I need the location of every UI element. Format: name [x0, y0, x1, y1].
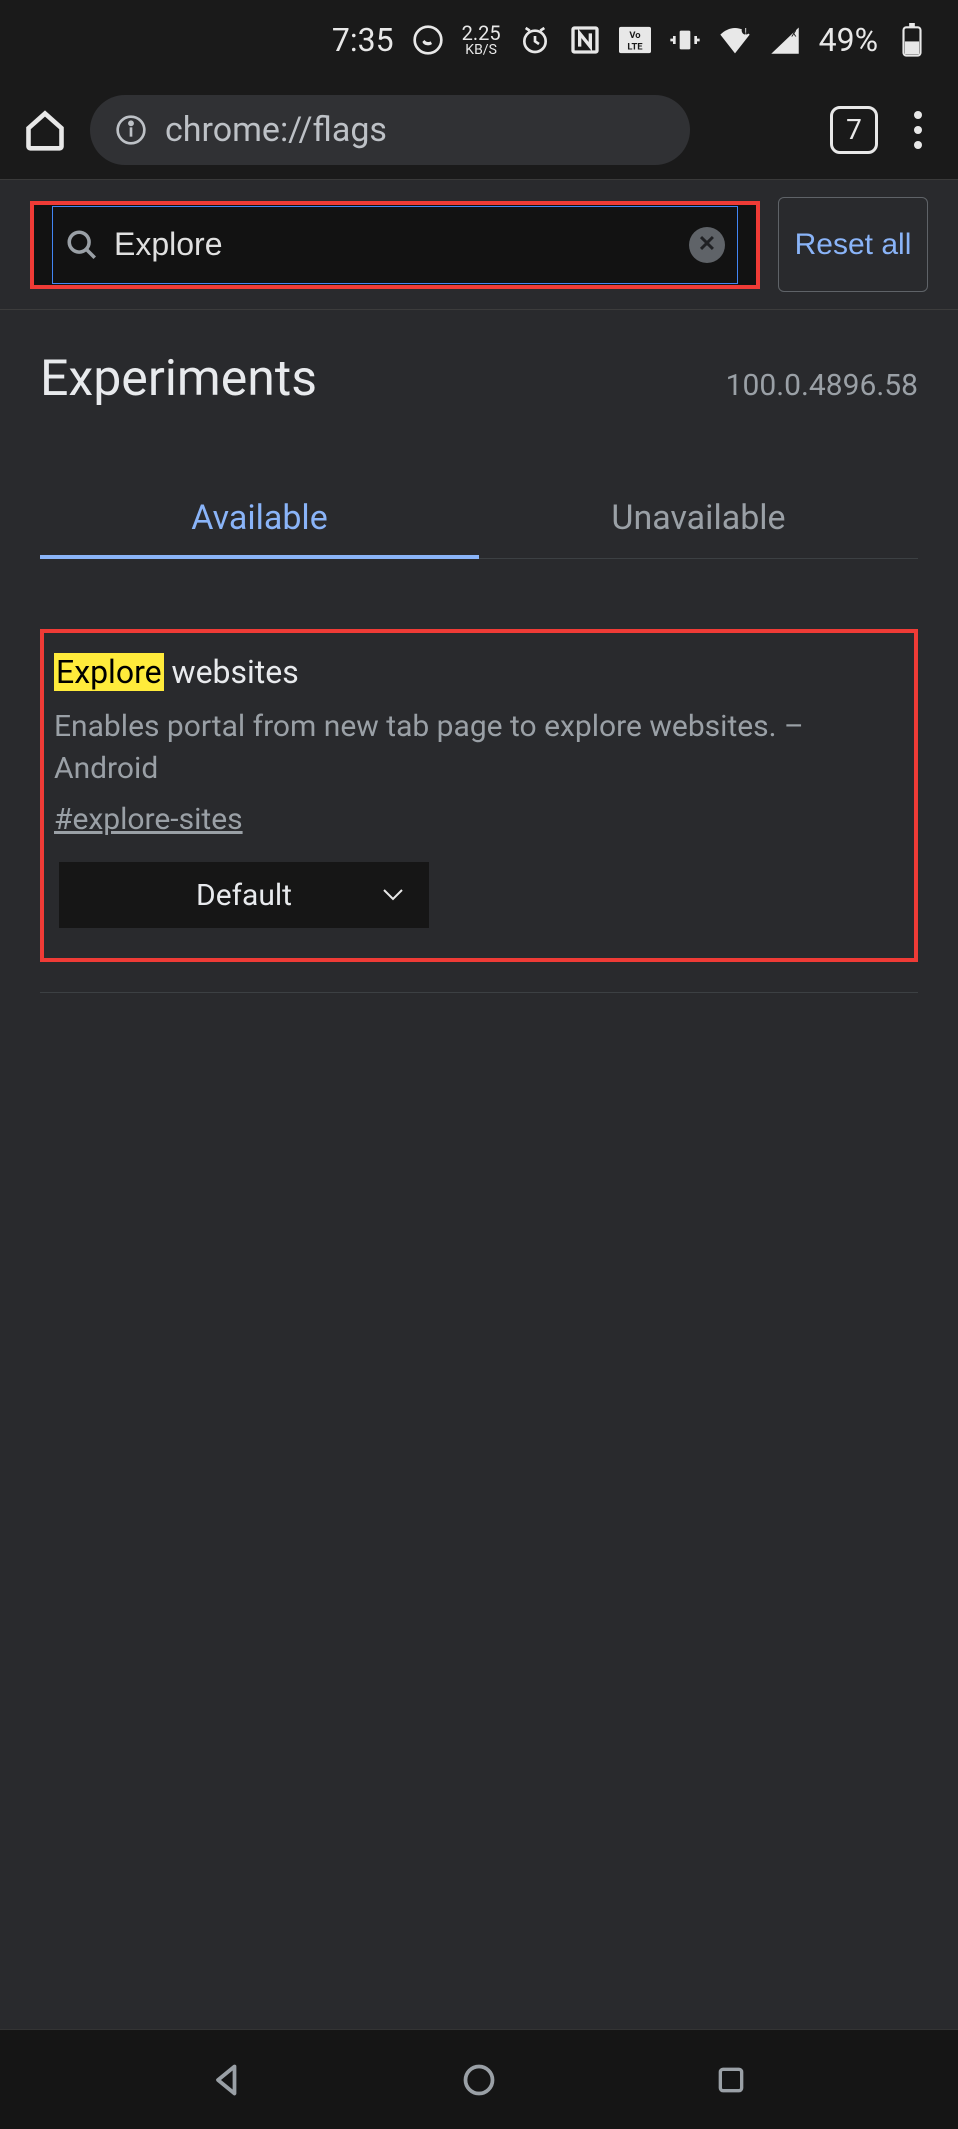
- home-nav-button[interactable]: [454, 2055, 504, 2105]
- search-icon: [65, 228, 99, 262]
- flag-description: Enables portal from new tab page to expl…: [54, 706, 904, 790]
- flag-title: Explore websites: [54, 653, 904, 691]
- chrome-version: 100.0.4896.58: [726, 368, 918, 403]
- reset-all-button[interactable]: Reset all: [778, 197, 928, 292]
- tab-unavailable[interactable]: Unavailable: [479, 478, 918, 558]
- svg-text:LTE: LTE: [627, 41, 643, 52]
- svg-text:Vo: Vo: [629, 30, 641, 41]
- flag-anchor-link[interactable]: #explore-sites: [54, 802, 243, 837]
- tabs: Available Unavailable: [40, 478, 918, 559]
- home-button[interactable]: [20, 105, 70, 155]
- clock-text: 7:35: [332, 21, 394, 59]
- flag-item-highlight: Explore websites Enables portal from new…: [40, 629, 918, 962]
- battery-percent: 49%: [819, 21, 878, 59]
- back-button[interactable]: [202, 2055, 252, 2105]
- android-nav-bar: [0, 2029, 958, 2129]
- alarm-icon: [519, 24, 551, 56]
- data-rate-indicator: 2.25 KB/S: [462, 23, 501, 57]
- search-highlight: Explore: [54, 653, 164, 691]
- whatsapp-icon: [412, 24, 444, 56]
- search-input[interactable]: [114, 226, 674, 263]
- svg-text:x: x: [791, 26, 797, 39]
- nfc-icon: [569, 24, 601, 56]
- wifi-icon: !: [719, 24, 751, 56]
- search-box-highlight: ✕: [30, 201, 760, 289]
- site-info-icon[interactable]: [115, 114, 147, 146]
- signal-icon: x: [769, 24, 801, 56]
- tab-switcher-button[interactable]: 7: [830, 106, 878, 154]
- recents-button[interactable]: [706, 2055, 756, 2105]
- svg-text:!: !: [744, 27, 746, 38]
- android-status-bar: 7:35 2.25 KB/S VoLTE ! x 49%: [0, 0, 958, 80]
- battery-icon: [896, 24, 928, 56]
- overflow-menu-button[interactable]: [898, 105, 938, 155]
- browser-toolbar: chrome://flags 7: [0, 80, 958, 180]
- clear-search-button[interactable]: ✕: [689, 227, 725, 263]
- flags-content: Experiments 100.0.4896.58 Available Unav…: [0, 310, 958, 2029]
- tab-available[interactable]: Available: [40, 478, 479, 558]
- page-title: Experiments: [40, 350, 317, 408]
- flag-select-value: Default: [196, 878, 292, 913]
- chevron-down-icon: [382, 888, 404, 902]
- flag-state-select[interactable]: Default: [59, 862, 429, 928]
- vibrate-icon: [669, 24, 701, 56]
- divider: [40, 992, 918, 993]
- flags-search-row: ✕ Reset all: [0, 180, 958, 310]
- search-box[interactable]: ✕: [52, 206, 738, 284]
- volte-icon: VoLTE: [619, 24, 651, 56]
- url-bar[interactable]: chrome://flags: [90, 95, 690, 165]
- url-text: chrome://flags: [165, 110, 387, 150]
